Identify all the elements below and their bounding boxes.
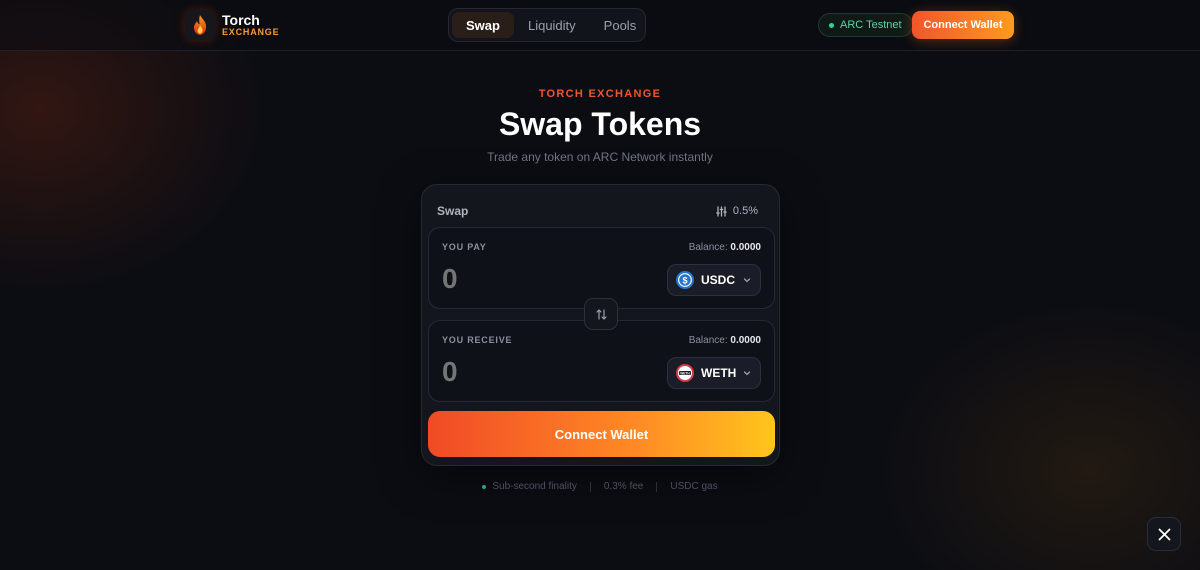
page-title: Swap Tokens [498,106,702,142]
pay-amount-input[interactable] [442,262,622,296]
sliders-icon [716,205,727,217]
card-title: Swap [437,204,469,218]
receive-token-name: WETH [701,366,737,380]
feature-finality: Sub-second finality [492,481,577,492]
tab-pools[interactable]: Pools [590,12,651,38]
swap-card: Swap 0.5% YOU PAY Balance: 0.0000 $ USDC [421,184,780,466]
connect-wallet-button-header[interactable]: Connect Wallet [912,11,1014,39]
flame-icon [185,10,215,40]
network-label: ARC Testnet [840,19,902,31]
page-subtitle: Trade any token on ARC Network instantly [487,150,713,164]
receive-balance: Balance: 0.0000 [688,335,761,346]
brand-name: Torch [222,12,260,28]
brand-subtitle: EXCHANGE [222,27,280,37]
receive-label: YOU RECEIVE [442,335,513,345]
divider [656,481,658,492]
brand[interactable]: Torch EXCHANGE [185,10,279,40]
slippage-value: 0.5% [732,205,758,217]
main-nav: Swap Liquidity Pools [448,8,646,42]
pay-token-name: USDC [701,273,736,287]
pay-balance: Balance: 0.0000 [688,242,761,253]
feature-gas: USDC gas [670,481,718,492]
receive-amount-input[interactable] [442,355,622,389]
receive-token-select[interactable]: WETH WETH [667,357,761,389]
feature-strip: Sub-second finality 0.3% fee USDC gas [0,481,1200,492]
pay-token-select[interactable]: $ USDC [667,264,761,296]
eyebrow: TORCH EXCHANGE [538,88,662,100]
svg-text:WETH: WETH [680,371,690,375]
divider [589,481,591,492]
svg-text:$: $ [682,275,687,285]
tab-liquidity[interactable]: Liquidity [514,12,590,38]
swap-direction-button[interactable] [584,298,618,330]
feature-fee: 0.3% fee [603,481,644,492]
weth-icon: WETH [676,364,694,382]
chevron-down-icon [742,368,752,378]
network-badge[interactable]: ARC Testnet [818,13,913,37]
x-social-button[interactable] [1147,517,1181,551]
swap-arrows-icon [595,308,608,321]
tab-swap[interactable]: Swap [452,12,514,38]
connect-wallet-button[interactable]: Connect Wallet [428,411,775,457]
chevron-down-icon [742,275,752,285]
usdc-icon: $ [676,271,694,289]
slippage-settings-button[interactable]: 0.5% [716,205,758,217]
receive-panel: YOU RECEIVE Balance: 0.0000 WETH WETH [428,320,775,402]
x-icon [1158,528,1171,541]
status-dot-icon [829,22,834,28]
hero: TORCH EXCHANGE Swap Tokens Trade any tok… [0,88,1200,164]
pay-panel: YOU PAY Balance: 0.0000 $ USDC [428,227,775,309]
top-bar: Torch EXCHANGE Swap Liquidity Pools ARC … [0,0,1200,51]
pay-label: YOU PAY [442,242,487,252]
status-dot-icon [482,484,487,489]
